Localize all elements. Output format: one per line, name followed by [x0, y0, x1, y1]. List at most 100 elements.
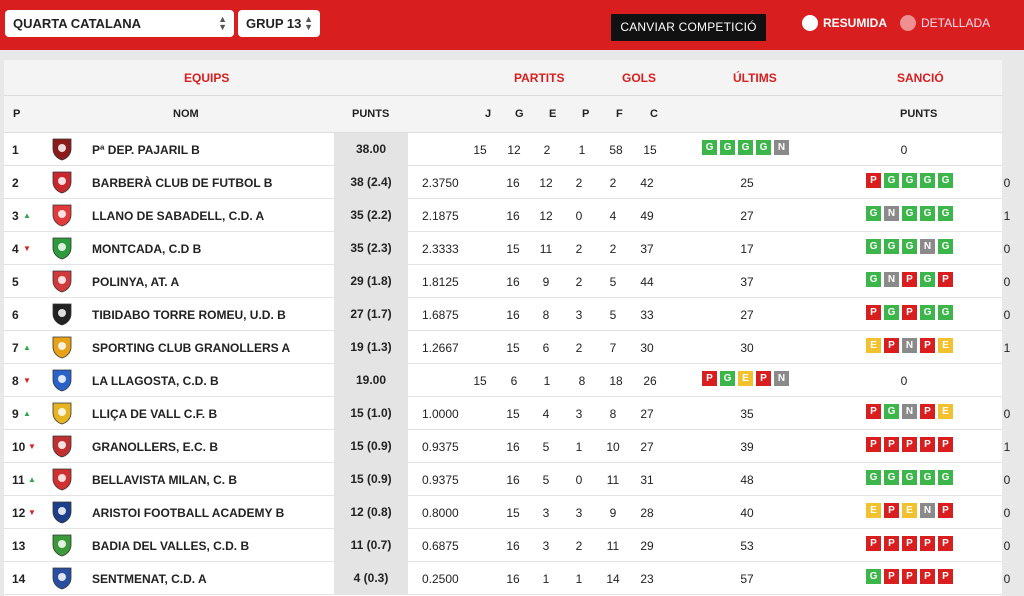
played: 16 [506, 440, 520, 454]
goals-against: 27 [640, 440, 654, 454]
played: 15 [506, 407, 520, 421]
result-badge: N [774, 140, 789, 155]
result-badge: P [884, 437, 899, 452]
last-results: GGGGG [866, 470, 953, 485]
result-badge: P [938, 536, 953, 551]
goals-against-total: 48 [740, 473, 754, 487]
result-badge: N [884, 206, 899, 221]
won: 5 [542, 440, 550, 454]
table-row[interactable]: 13 BADIA DEL VALLES, C.D. B 11 (0.7) 0.6875… [4, 529, 1024, 562]
result-badge: N [920, 503, 935, 518]
won: 12 [507, 143, 521, 157]
col-header-punts: PUNTS [352, 108, 390, 120]
group-header-gols: GOLS [622, 71, 657, 85]
column-header-row: P NOM PUNTS J G E P F C PUNTS [4, 96, 1002, 133]
team-points: 38.00 [334, 133, 408, 165]
result-badge: N [902, 404, 917, 419]
team-points-ratio: 1.2667 [422, 341, 459, 355]
result-badge: G [938, 173, 953, 188]
goals-against: 33 [640, 308, 654, 322]
team-points: 12 (0.8) [334, 496, 408, 528]
result-badge: G [920, 206, 935, 221]
result-badge: N [884, 272, 899, 287]
result-badge: P [902, 272, 917, 287]
lost: 7 [609, 341, 617, 355]
table-row[interactable]: 1 Pª DEP. PAJARIL B 38.00 15 12 2 1 58 15 G G G G N 0 [4, 133, 1024, 166]
result-badge: G [866, 470, 881, 485]
goals-against-total: 25 [740, 176, 754, 190]
lost: 8 [609, 407, 617, 421]
group-select[interactable]: GRUP 13 ▲ ▼ [238, 10, 320, 37]
trend-down-icon: ▼ [23, 376, 31, 385]
lost: 8 [578, 374, 586, 388]
table-row[interactable]: 8 ▼ LA LLAGOSTA, C.D. B 19.00 15 6 1 8 18 26 P G E P N… [4, 364, 1024, 397]
result-badge: P [866, 437, 881, 452]
goals-against: 37 [640, 242, 654, 256]
result-badge: E [938, 404, 953, 419]
last-results: PPPPP [866, 437, 953, 452]
competition-select[interactable]: QUARTA CATALANA ▲ ▼ [5, 10, 234, 37]
goals-against: 15 [643, 143, 657, 157]
result-badge: P [938, 503, 953, 518]
result-badge: P [920, 404, 935, 419]
table-row[interactable]: 2 BARBERÀ CLUB DE FUTBOL B 38 (2.4) 2.3750 1… [4, 166, 1024, 199]
team-points-ratio: 0.2500 [422, 572, 459, 586]
col-header-f: F [616, 108, 623, 120]
result-badge: G [938, 305, 953, 320]
team-points-ratio: 0.8000 [422, 506, 459, 520]
result-badge: G [902, 239, 917, 254]
lost: 11 [606, 539, 620, 553]
won: 4 [542, 407, 550, 421]
result-badge: P [884, 338, 899, 353]
sanction-points: 0 [1003, 308, 1011, 322]
lost: 5 [609, 275, 617, 289]
result-badge: G [920, 173, 935, 188]
played: 16 [506, 473, 520, 487]
table-row[interactable]: 4 ▼ MONTCADA, C.D B 35 (2.3) 2.3333 15 11 2 2 37 1… [4, 232, 1024, 265]
result-badge: G [902, 206, 917, 221]
team-name: LA LLAGOSTA, C.D. B [92, 374, 219, 388]
team-name: LLIÇA DE VALL C.F. B [92, 407, 218, 421]
sanction-points: 0 [1003, 407, 1011, 421]
result-badge: G [866, 569, 881, 584]
group-header-partits: PARTITS [514, 71, 565, 85]
table-row[interactable]: 3 ▲ LLANO DE SABADELL, C.D. A 35 (2.2) 2.187… [4, 199, 1024, 232]
team-points: 19.00 [334, 364, 408, 396]
goals-against: 31 [640, 473, 654, 487]
result-badge: P [702, 371, 717, 386]
result-badge: G [884, 470, 899, 485]
result-badge: P [920, 338, 935, 353]
table-row[interactable]: 7 ▲ SPORTING CLUB GRANOLLERS A 19 (1.3) 1.26… [4, 331, 1024, 364]
won: 3 [542, 539, 550, 553]
drawn: 2 [575, 176, 583, 190]
sanction-points: 0 [1003, 275, 1011, 289]
team-points-ratio: 1.6875 [422, 308, 459, 322]
table-row[interactable]: 9 ▲ LLIÇA DE VALL C.F. B 15 (1.0) 1.0000 15 4 3… [4, 397, 1024, 430]
won: 12 [539, 209, 553, 223]
col-header-e: E [549, 108, 557, 120]
goals-against-total: 27 [740, 209, 754, 223]
position-number: 1 [12, 143, 19, 157]
group-header-row: EQUIPS PARTITS GOLS ÚLTIMS SANCIÓ [4, 60, 1002, 96]
lost: 5 [609, 308, 617, 322]
table-row[interactable]: 5 POLINYA, AT. A 29 (1.8) 1.8125 16 9 2 5 44 37 G N… [4, 265, 1024, 298]
last-results: PGEPN [702, 371, 789, 386]
table-row[interactable]: 11 ▲ BELLAVISTA MILAN, C. B 15 (0.9) 0.9375 1… [4, 463, 1024, 496]
view-resumida-label: RESUMIDA [823, 16, 888, 30]
lost: 2 [609, 242, 617, 256]
table-row[interactable]: 12 ▼ ARISTOI FOOTBALL ACADEMY B 12 (0.8) 0.8… [4, 496, 1024, 529]
sanction-points: 0 [900, 374, 908, 388]
top-bar: QUARTA CATALANA ▲ ▼ GRUP 13 ▲ ▼ CANVIAR CO… [0, 0, 1024, 50]
table-row[interactable]: 10 ▼ GRANOLLERS, E.C. B 15 (0.9) 0.9375 16 5 1 1… [4, 430, 1024, 463]
result-badge: N [902, 338, 917, 353]
trend-up-icon: ▲ [23, 409, 31, 418]
change-competition-button[interactable]: CANVIAR COMPETICIÓ [611, 14, 766, 41]
team-points-ratio: 1.0000 [422, 407, 459, 421]
team-name: MONTCADA, C.D B [92, 242, 202, 256]
table-row[interactable]: 6 TIBIDABO TORRE ROMEU, U.D. B 27 (1.7) 1.6… [4, 298, 1024, 331]
team-crest-icon [52, 468, 72, 491]
result-badge: G [884, 404, 899, 419]
table-row[interactable]: 14 SENTMENAT, C.D. A 4 (0.3) 0.2500 16 1 1 14 23… [4, 562, 1024, 595]
result-badge: P [866, 536, 881, 551]
won: 9 [542, 275, 550, 289]
